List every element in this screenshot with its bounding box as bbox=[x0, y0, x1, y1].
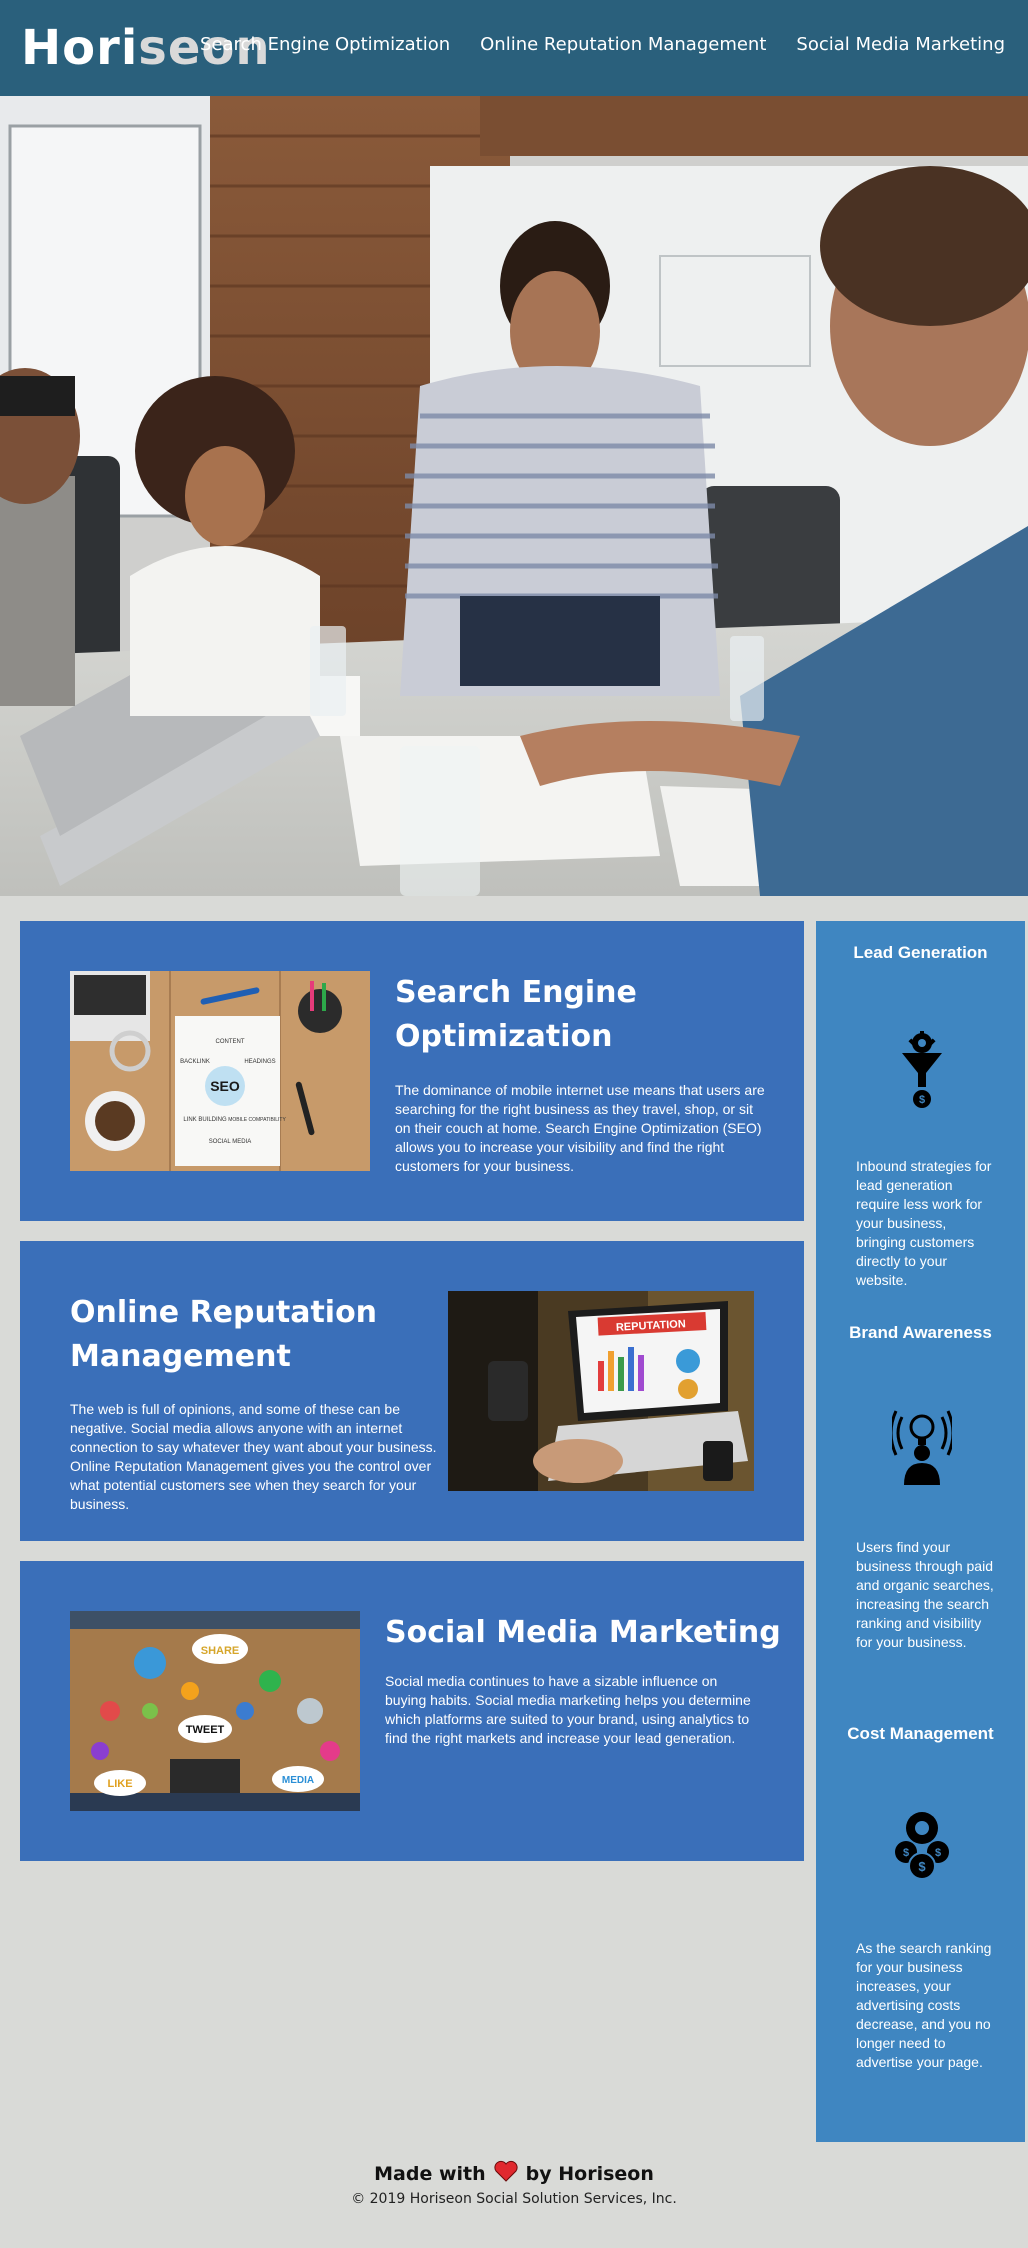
seo-image-word: SOCIAL MEDIA bbox=[209, 1139, 251, 1145]
reputation-section: Online Reputation Management The web is … bbox=[20, 1241, 804, 1541]
site-header: Horiseon Search Engine Optimization Onli… bbox=[0, 0, 1028, 96]
cost-management-icon: $ $ $ bbox=[892, 1808, 952, 1886]
social-image-word: SHARE bbox=[201, 1645, 240, 1657]
benefit-title: Cost Management bbox=[847, 1724, 994, 1743]
reputation-text: The web is full of opinions, and some of… bbox=[70, 1401, 437, 1512]
svg-text:$: $ bbox=[918, 1859, 926, 1874]
seo-image-word: MOBILE COMPATIBILITY bbox=[228, 1117, 286, 1123]
benefit-text: Users find your business through paid an… bbox=[856, 1539, 994, 1650]
seo-image: SEO CONTENT BACKLINK HEADINGS LINK BUILD… bbox=[70, 971, 370, 1171]
seo-section: SEO CONTENT BACKLINK HEADINGS LINK BUILD… bbox=[20, 921, 804, 1221]
social-media-image: SHARE TWEET LIKE MEDIA bbox=[70, 1611, 360, 1811]
svg-text:$: $ bbox=[903, 1847, 909, 1859]
footer-made-suffix: by Horiseon bbox=[525, 2162, 654, 2185]
site-footer: Made with by Horiseon © 2019 Horiseon So… bbox=[0, 2160, 1028, 2207]
nav-link-reputation[interactable]: Online Reputation Management bbox=[480, 34, 766, 55]
nav-link-social-media[interactable]: Social Media Marketing bbox=[796, 34, 1005, 55]
benefit-text: As the search ranking for your business … bbox=[856, 1940, 992, 2070]
reputation-image: REPUTATION bbox=[448, 1291, 754, 1491]
social-image-word: TWEET bbox=[186, 1724, 225, 1736]
seo-title: Search Engine Optimization bbox=[395, 975, 637, 1054]
footer-copyright: © 2019 Horiseon Social Solution Services… bbox=[351, 2191, 677, 2207]
benefit-title: Brand Awareness bbox=[849, 1323, 992, 1342]
lead-generation-icon: $ bbox=[896, 1029, 948, 1109]
seo-image-label: SEO bbox=[210, 1078, 240, 1094]
social-image-word: MEDIA bbox=[282, 1775, 314, 1786]
brand-awareness-icon bbox=[889, 1407, 955, 1485]
reputation-title: Online Reputation Management bbox=[70, 1295, 378, 1374]
heart-icon bbox=[494, 2160, 518, 2187]
main-nav: Search Engine Optimization Online Reputa… bbox=[200, 34, 1005, 55]
seo-text: The dominance of mobile internet use mea… bbox=[395, 1082, 765, 1174]
seo-image-word: HEADINGS bbox=[244, 1059, 275, 1065]
footer-made-with: Made with by Horiseon bbox=[0, 2160, 1028, 2187]
social-media-text: Social media continues to have a sizable… bbox=[385, 1673, 751, 1746]
seo-image-word: BACKLINK bbox=[180, 1059, 210, 1065]
svg-text:$: $ bbox=[919, 1094, 925, 1106]
footer-made-prefix: Made with bbox=[374, 2162, 486, 2185]
social-media-title: Social Media Marketing bbox=[385, 1615, 781, 1650]
benefit-title: Lead Generation bbox=[853, 943, 988, 962]
benefits-sidebar: Lead Generation $ Inbound strategies for… bbox=[816, 921, 1025, 2142]
seo-image-word: LINK BUILDING bbox=[183, 1117, 227, 1123]
logo-main-text: Hori bbox=[21, 20, 139, 76]
svg-text:$: $ bbox=[935, 1847, 941, 1859]
social-image-word: LIKE bbox=[107, 1778, 132, 1790]
nav-link-seo[interactable]: Search Engine Optimization bbox=[200, 34, 450, 55]
hero-image bbox=[0, 96, 1028, 896]
seo-image-word: CONTENT bbox=[216, 1039, 245, 1045]
benefit-text: Inbound strategies for lead generation r… bbox=[856, 1158, 992, 1288]
social-media-section: SHARE TWEET LIKE MEDIA Social Media Mark… bbox=[20, 1561, 804, 1861]
